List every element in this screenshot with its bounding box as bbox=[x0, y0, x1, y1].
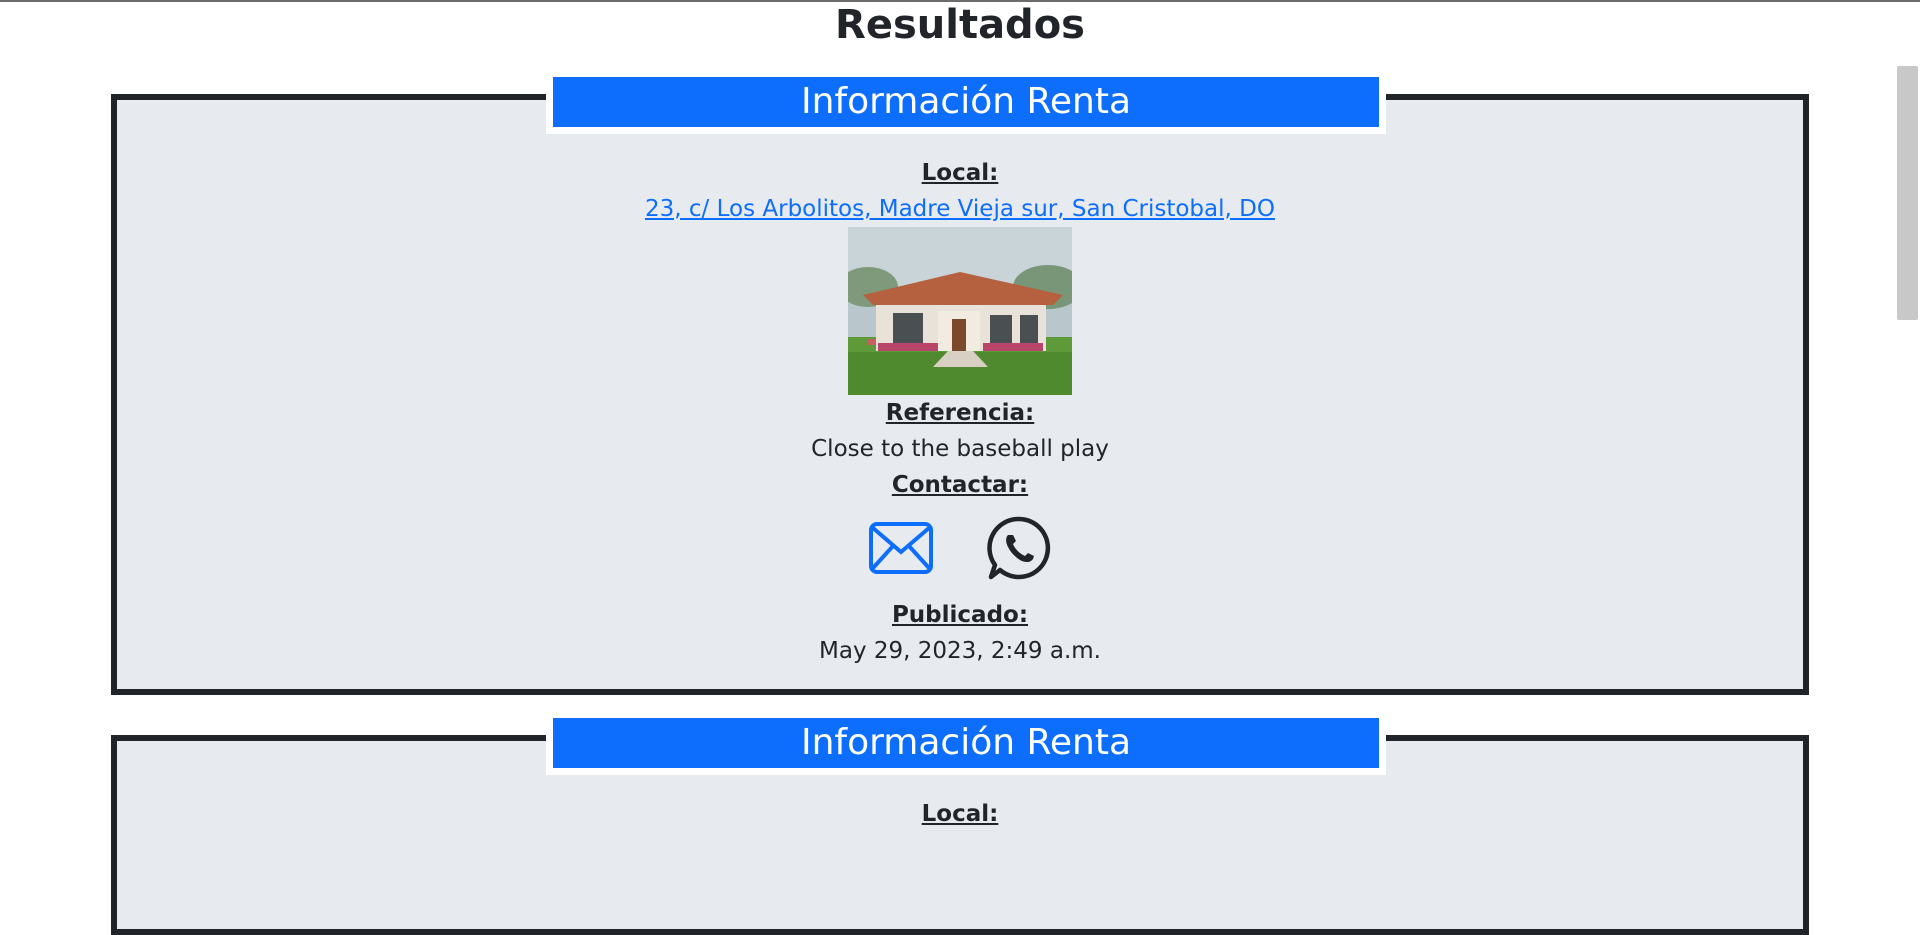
page-title: Resultados bbox=[835, 2, 1085, 48]
listing-card: Información Renta Local: bbox=[111, 711, 1809, 935]
local-label: Local: bbox=[921, 160, 999, 186]
whatsapp-icon[interactable] bbox=[986, 515, 1052, 581]
published-label: Publicado: bbox=[891, 602, 1029, 628]
published-date: May 29, 2023, 2:49 a.m. bbox=[819, 638, 1101, 664]
listing-header-title: Información Renta bbox=[553, 77, 1379, 127]
listing-card-header: Información Renta bbox=[546, 70, 1386, 134]
listing-card-body: Local: bbox=[117, 796, 1803, 832]
listing-header-title: Información Renta bbox=[553, 718, 1379, 768]
property-photo bbox=[848, 227, 1072, 395]
local-label: Local: bbox=[921, 801, 999, 827]
contact-actions bbox=[117, 515, 1803, 581]
listing-card: Información Renta Local: 23, c/ Los Arbo… bbox=[111, 70, 1809, 695]
contact-label: Contactar: bbox=[891, 472, 1029, 498]
address-link[interactable]: 23, c/ Los Arbolitos, Madre Vieja sur, S… bbox=[645, 191, 1275, 227]
listing-card-header: Información Renta bbox=[546, 711, 1386, 775]
listing-card-body: Local: 23, c/ Los Arbolitos, Madre Vieja… bbox=[117, 155, 1803, 669]
reference-label: Referencia: bbox=[885, 400, 1035, 426]
reference-text: Close to the baseball play bbox=[811, 436, 1109, 462]
scrollbar-thumb[interactable] bbox=[1897, 66, 1918, 320]
envelope-icon[interactable] bbox=[868, 515, 934, 581]
